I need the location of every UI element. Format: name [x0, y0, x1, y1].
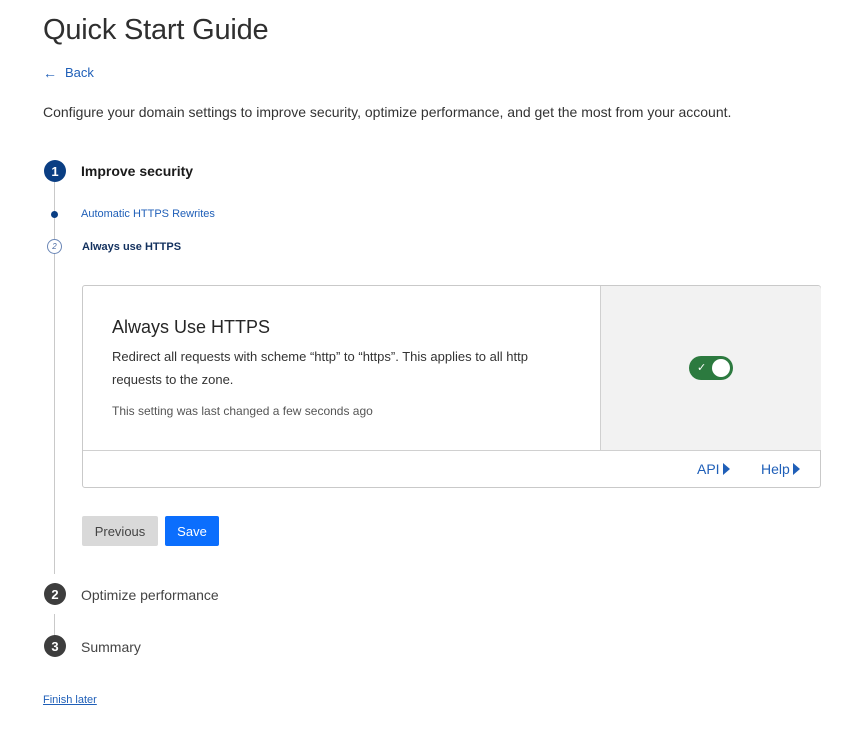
step-number-2: 2 [44, 583, 66, 605]
step-label-summary[interactable]: Summary [81, 639, 141, 655]
checkmark-icon: ✓ [697, 362, 707, 374]
last-changed-note: This setting was last changed a few seco… [112, 404, 373, 418]
card-description: Redirect all requests with scheme “http”… [112, 349, 528, 387]
step-label-improve-security[interactable]: Improve security [81, 163, 193, 179]
api-label: API [697, 461, 720, 477]
intro-text: Configure your domain settings to improv… [43, 104, 732, 120]
always-use-https-toggle[interactable]: ✓ [689, 356, 733, 380]
step-label-optimize-performance[interactable]: Optimize performance [81, 587, 219, 603]
arrow-left-icon: ← [43, 64, 57, 81]
substep-always-use-https: Always use HTTPS [82, 241, 182, 253]
previous-button[interactable]: Previous [82, 516, 158, 546]
card-title: Always Use HTTPS [112, 317, 271, 337]
toggle-knob [712, 359, 730, 377]
always-use-https-card: Always Use HTTPS Redirect all requests w… [82, 285, 821, 488]
page-title: Quick Start Guide [43, 14, 269, 46]
step-number-3: 3 [44, 635, 66, 657]
finish-later-link[interactable]: Finish later [43, 694, 97, 706]
step-number-1: 1 [44, 160, 66, 182]
caret-right-icon [722, 463, 730, 475]
help-label: Help [761, 461, 790, 477]
substep-current-marker: 2 [47, 239, 62, 254]
back-link[interactable]: ← Back [43, 65, 94, 80]
api-link[interactable]: API [697, 461, 730, 477]
substep-done-dot [51, 211, 58, 218]
back-label: Back [65, 65, 94, 80]
save-button[interactable]: Save [165, 516, 219, 546]
help-link[interactable]: Help [761, 461, 800, 477]
card-control-panel: ✓ [600, 286, 821, 450]
card-footer: API Help [83, 450, 820, 487]
card-body: Always Use HTTPS Redirect all requests w… [83, 286, 599, 450]
substep-automatic-https-rewrites[interactable]: Automatic HTTPS Rewrites [81, 208, 215, 220]
stepper-line [54, 614, 55, 636]
caret-right-icon [792, 463, 800, 475]
